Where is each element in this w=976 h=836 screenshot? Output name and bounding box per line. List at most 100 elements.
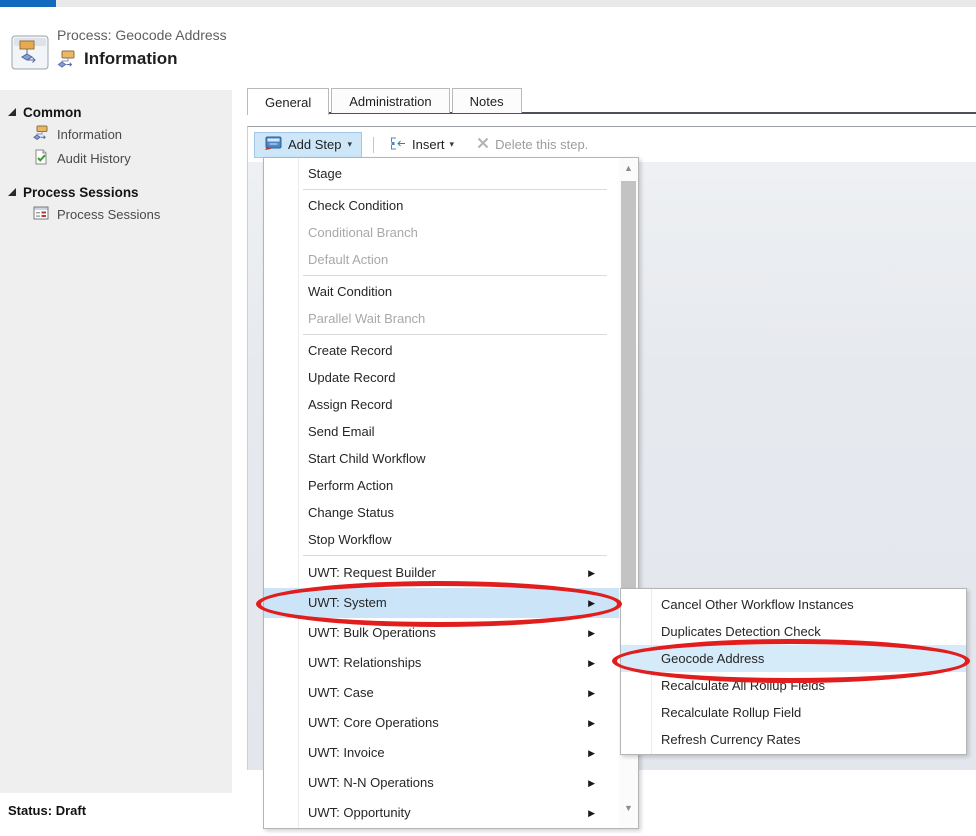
menu-separator xyxy=(303,275,607,276)
menu-item-label: Perform Action xyxy=(308,478,393,493)
tab-strip: GeneralAdministrationNotes xyxy=(247,88,524,113)
menu-item-recalculate-all-rollup-fields[interactable]: Recalculate All Rollup Fields xyxy=(621,672,966,699)
delete-x-icon xyxy=(476,136,490,153)
menu-item-refresh-currency-rates[interactable]: Refresh Currency Rates xyxy=(621,726,966,753)
menu-item-parallel-wait-branch: Parallel Wait Branch xyxy=(264,305,619,332)
menu-item-label: Geocode Address xyxy=(661,651,764,666)
status-bar: Status: Draft xyxy=(8,803,86,818)
menu-item-wait-condition[interactable]: Wait Condition xyxy=(264,278,619,305)
sidebar-item-process-sessions[interactable]: Process Sessions xyxy=(0,202,232,226)
submenu-arrow-icon: ▶ xyxy=(588,618,595,648)
menu-item-uwt-request-builder[interactable]: UWT: Request Builder ▶ xyxy=(264,558,619,588)
toolbar-separator xyxy=(373,137,374,153)
menu-item-uwt-bulk-operations[interactable]: UWT: Bulk Operations ▶ xyxy=(264,618,619,648)
scroll-down-icon[interactable]: ▼ xyxy=(619,800,638,816)
delete-step-button: Delete this step. xyxy=(472,132,592,158)
menu-item-create-record[interactable]: Create Record xyxy=(264,337,619,364)
sidebar-section-header-common[interactable]: Common xyxy=(0,102,232,122)
page-title: Information xyxy=(84,49,178,69)
sidebar-item-label: Process Sessions xyxy=(57,207,160,222)
menu-item-start-child-workflow[interactable]: Start Child Workflow xyxy=(264,445,619,472)
submenu-arrow-icon: ▶ xyxy=(588,738,595,768)
add-step-icon xyxy=(264,136,282,154)
menu-item-label: Duplicates Detection Check xyxy=(661,624,821,639)
add-step-button[interactable]: Add Step ▾ xyxy=(254,132,362,158)
status-label: Status: xyxy=(8,803,52,818)
menu-item-check-condition[interactable]: Check Condition xyxy=(264,192,619,219)
menu-item-label: Send Email xyxy=(308,424,374,439)
menu-item-assign-record[interactable]: Assign Record xyxy=(264,391,619,418)
menu-separator xyxy=(303,334,607,335)
menu-item-label: Stage xyxy=(308,166,342,181)
menu-item-label: UWT: Opportunity xyxy=(308,805,411,820)
menu-item-label: Recalculate All Rollup Fields xyxy=(661,678,825,693)
sidebar-section: Common Information Audit History xyxy=(0,102,232,170)
sidebar-section-header-process-sessions[interactable]: Process Sessions xyxy=(0,182,232,202)
menu-item-cancel-other-workflow-instances[interactable]: Cancel Other Workflow Instances xyxy=(621,591,966,618)
menu-item-update-record[interactable]: Update Record xyxy=(264,364,619,391)
status-value: Draft xyxy=(56,803,86,818)
menu-separator xyxy=(303,189,607,190)
menu-item-uwt-n-n-operations[interactable]: UWT: N-N Operations ▶ xyxy=(264,768,619,798)
workflow-icon xyxy=(57,50,77,68)
menu-item-stop-workflow[interactable]: Stop Workflow xyxy=(264,526,619,553)
workflow-icon xyxy=(33,125,49,144)
process-window-icon xyxy=(11,33,51,73)
menu-item-label: UWT: Bulk Operations xyxy=(308,625,436,640)
menu-item-label: Stop Workflow xyxy=(308,532,392,547)
menu-item-recalculate-rollup-field[interactable]: Recalculate Rollup Field xyxy=(621,699,966,726)
menu-item-send-email[interactable]: Send Email xyxy=(264,418,619,445)
submenu-arrow-icon: ▶ xyxy=(588,558,595,588)
tab-general[interactable]: General xyxy=(247,88,329,115)
menu-item-label: Assign Record xyxy=(308,397,393,412)
page-header: Process: Geocode Address Information xyxy=(0,7,976,90)
menu-item-uwt-core-operations[interactable]: UWT: Core Operations▶ xyxy=(264,708,619,738)
menu-item-label: UWT: Request Builder xyxy=(308,565,436,580)
menu-item-label: UWT: Relationships xyxy=(308,655,421,670)
section-expander-icon xyxy=(8,108,16,116)
menu-item-uwt-opportunity[interactable]: UWT: Opportunity▶ xyxy=(264,798,619,828)
tab-notes[interactable]: Notes xyxy=(452,88,522,113)
menu-separator xyxy=(303,555,607,556)
chevron-down-icon: ▾ xyxy=(450,140,455,149)
menu-item-uwt-relationships[interactable]: UWT: Relationships▶ xyxy=(264,648,619,678)
chevron-down-icon: ▾ xyxy=(348,140,353,149)
menu-item-uwt-invoice[interactable]: UWT: Invoice ▶ xyxy=(264,738,619,768)
menu-item-label: UWT: N-N Operations xyxy=(308,775,434,790)
submenu-arrow-icon: ▶ xyxy=(588,678,595,708)
menu-item-label: Conditional Branch xyxy=(308,225,418,240)
menu-item-duplicates-detection-check[interactable]: Duplicates Detection Check xyxy=(621,618,966,645)
menu-item-label: UWT: Case xyxy=(308,685,374,700)
submenu-arrow-icon: ▶ xyxy=(588,768,595,798)
sidebar-section-label: Process Sessions xyxy=(23,185,139,200)
tab-administration[interactable]: Administration xyxy=(331,88,449,113)
menu-item-change-status[interactable]: Change Status xyxy=(264,499,619,526)
sidebar-item-information[interactable]: Information xyxy=(0,122,232,146)
uwt-system-submenu: Cancel Other Workflow Instances Duplicate… xyxy=(620,588,967,755)
insert-button[interactable]: Insert ▾ xyxy=(385,132,458,158)
insert-icon xyxy=(389,136,407,154)
menu-item-conditional-branch: Conditional Branch xyxy=(264,219,619,246)
section-expander-icon xyxy=(8,188,16,196)
menu-item-label: Change Status xyxy=(308,505,394,520)
menu-item-label: Refresh Currency Rates xyxy=(661,732,800,747)
menu-item-label: Update Record xyxy=(308,370,395,385)
menu-item-perform-action[interactable]: Perform Action xyxy=(264,472,619,499)
browser-top-strip xyxy=(0,0,976,7)
menu-item-geocode-address[interactable]: Geocode Address xyxy=(621,645,966,672)
menu-item-list: StageCheck ConditionConditional BranchDe… xyxy=(264,158,619,828)
menu-item-uwt-case[interactable]: UWT: Case ▶ xyxy=(264,678,619,708)
menu-item-label: Check Condition xyxy=(308,198,403,213)
sidebar-item-label: Information xyxy=(57,127,122,142)
menu-item-uwt-system[interactable]: UWT: System▶ xyxy=(264,588,619,618)
audit-history-icon xyxy=(33,149,49,168)
sidebar-item-audit-history[interactable]: Audit History xyxy=(0,146,232,170)
sidebar-item-label: Audit History xyxy=(57,151,131,166)
menu-item-label: Cancel Other Workflow Instances xyxy=(661,597,854,612)
process-context-label: Process: Geocode Address xyxy=(57,27,227,43)
menu-item-label: UWT: Invoice xyxy=(308,745,385,760)
add-step-label: Add Step xyxy=(288,137,342,152)
page-title-row: Information xyxy=(57,49,178,69)
menu-item-stage[interactable]: Stage xyxy=(264,160,619,187)
scroll-up-icon[interactable]: ▲ xyxy=(619,160,638,176)
